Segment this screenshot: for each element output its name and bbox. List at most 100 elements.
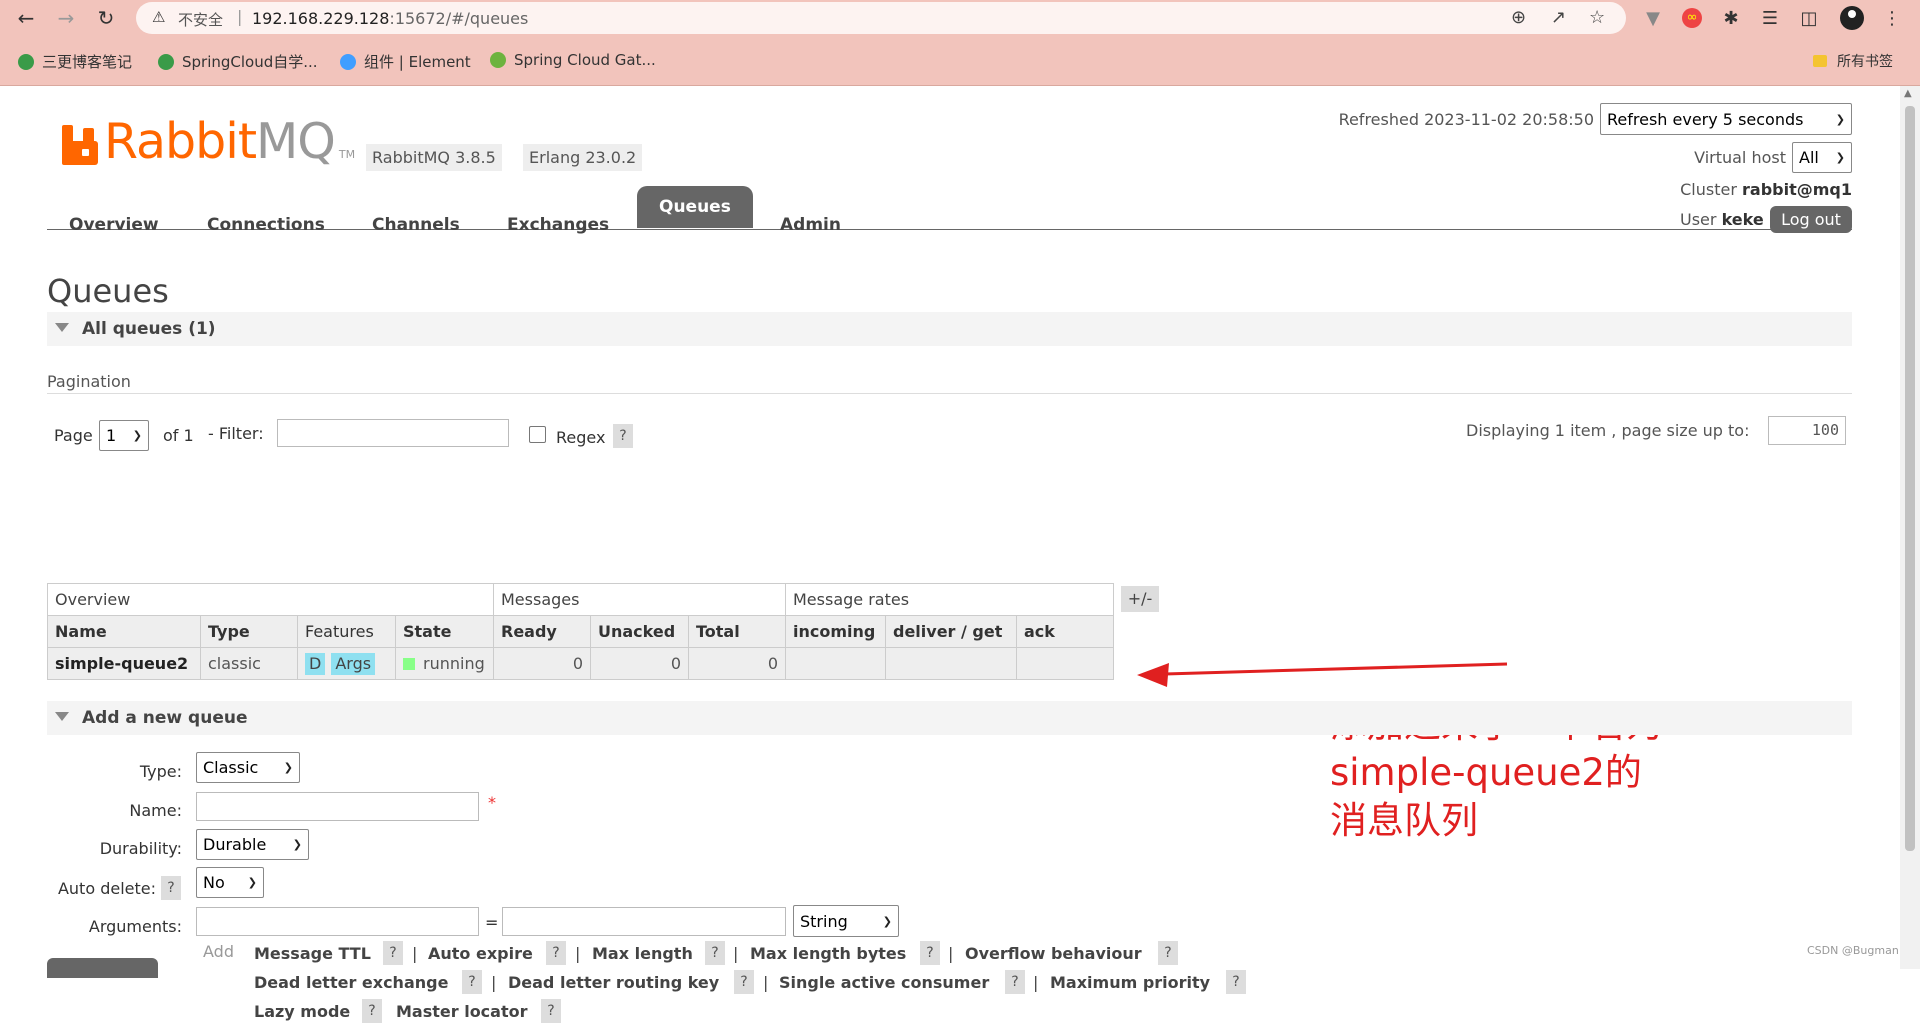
add-queue-button[interactable] bbox=[47, 958, 158, 978]
col-state[interactable]: State bbox=[395, 615, 494, 648]
arg-link-maximum-priority[interactable]: Maximum priority bbox=[1050, 973, 1210, 992]
queue-type-select[interactable]: Classic ❯ bbox=[196, 752, 300, 783]
col-incoming[interactable]: incoming bbox=[785, 615, 886, 648]
col-ack[interactable]: ack bbox=[1016, 615, 1114, 648]
queue-name-link[interactable]: simple-queue2 bbox=[47, 647, 201, 680]
help-button[interactable]: ? bbox=[541, 999, 561, 1023]
auto-delete-select[interactable]: No ❯ bbox=[196, 867, 264, 898]
queue-name-input[interactable] bbox=[196, 792, 479, 821]
page-select[interactable]: 1 ❯ bbox=[99, 420, 149, 451]
bookmark-favicon-icon bbox=[18, 53, 34, 70]
tab-exchanges[interactable]: Exchanges bbox=[485, 199, 631, 241]
side-panel-icon[interactable]: ◫ bbox=[1796, 5, 1822, 31]
refresh-interval-select[interactable]: Refresh every 5 seconds ❯ bbox=[1600, 103, 1852, 135]
help-button[interactable]: ? bbox=[546, 941, 566, 965]
help-button[interactable]: ? bbox=[1158, 941, 1178, 965]
page-title: Queues bbox=[47, 272, 169, 310]
bookmark-item-1[interactable]: SpringCloud自学... bbox=[158, 51, 318, 72]
help-button[interactable]: ? bbox=[734, 970, 754, 994]
regex-help-button[interactable]: ? bbox=[613, 424, 633, 448]
arg-link-single-active-consumer[interactable]: Single active consumer bbox=[779, 973, 989, 992]
star-icon[interactable]: ☆ bbox=[1589, 7, 1605, 28]
bookmark-item-3[interactable]: Spring Cloud Gat... bbox=[490, 51, 656, 69]
share-icon[interactable]: ↗ bbox=[1551, 7, 1566, 28]
media-list-icon[interactable]: ☰ bbox=[1757, 5, 1783, 31]
arg-link-overflow-behaviour[interactable]: Overflow behaviour bbox=[965, 944, 1142, 963]
profile-avatar[interactable] bbox=[1840, 6, 1864, 30]
address-bar[interactable]: ⚠ 不安全 | 192.168.229.128:15672/#/queues ⊕… bbox=[136, 2, 1626, 34]
vue-devtools-icon[interactable]: ▼ bbox=[1640, 5, 1666, 31]
vhost-select[interactable]: All ❯ bbox=[1792, 141, 1852, 173]
rabbitmq-version-badge: RabbitMQ 3.8.5 bbox=[366, 144, 502, 171]
tab-queues[interactable]: Queues bbox=[637, 186, 753, 228]
arg-link-message-ttl[interactable]: Message TTL bbox=[254, 944, 371, 963]
watermark: CSDN @Bugman bbox=[1807, 944, 1899, 957]
scrollbar-thumb[interactable] bbox=[1905, 106, 1915, 851]
group-message-rates: Message rates bbox=[785, 583, 1114, 616]
arg-link-max-length[interactable]: Max length bbox=[592, 944, 693, 963]
tab-overview[interactable]: Overview bbox=[47, 199, 181, 241]
chevron-down-icon: ❯ bbox=[882, 914, 892, 928]
help-button[interactable]: ? bbox=[383, 941, 403, 965]
tab-admin[interactable]: Admin bbox=[758, 199, 863, 241]
kebab-menu-icon[interactable]: ⋮ bbox=[1879, 5, 1905, 31]
arg-link-master-locator[interactable]: Master locator bbox=[396, 1002, 528, 1021]
reload-icon[interactable]: ↻ bbox=[92, 4, 120, 32]
col-type[interactable]: Type bbox=[200, 615, 298, 648]
col-name[interactable]: Name bbox=[47, 615, 201, 648]
filter-input[interactable] bbox=[277, 419, 509, 447]
bookmark-label: 三更博客笔记 bbox=[42, 53, 133, 71]
tab-connections[interactable]: Connections bbox=[185, 199, 347, 241]
help-button[interactable]: ? bbox=[1005, 970, 1025, 994]
scroll-up-arrow-icon[interactable]: ▲ bbox=[1904, 88, 1912, 99]
type-label: Type: bbox=[139, 762, 182, 781]
help-button[interactable]: ? bbox=[705, 941, 725, 965]
queue-state: running bbox=[395, 647, 494, 680]
all-queues-label: All queues (1) bbox=[82, 319, 216, 339]
argument-value-input[interactable] bbox=[502, 907, 786, 936]
help-button[interactable]: ? bbox=[462, 970, 482, 994]
queue-ack bbox=[1016, 647, 1114, 680]
bookmark-item-0[interactable]: 三更博客笔记 bbox=[18, 51, 132, 72]
page-scrollbar[interactable]: ▲ bbox=[1900, 86, 1920, 969]
extension-infinity-icon[interactable]: ∞ bbox=[1679, 5, 1705, 31]
arg-link-dead-letter-exchange[interactable]: Dead letter exchange bbox=[254, 973, 448, 992]
zoom-icon[interactable]: ⊕ bbox=[1511, 7, 1526, 28]
arg-link-auto-expire[interactable]: Auto expire bbox=[428, 944, 533, 963]
durability-select[interactable]: Durable ❯ bbox=[196, 829, 309, 860]
warning-icon: ⚠ bbox=[152, 8, 166, 26]
col-total[interactable]: Total bbox=[688, 615, 786, 648]
queue-type-value: Classic bbox=[203, 758, 259, 777]
bookmark-item-2[interactable]: 组件 | Element bbox=[340, 51, 471, 72]
back-arrow-icon[interactable]: ← bbox=[12, 4, 40, 32]
help-button[interactable]: ? bbox=[920, 941, 940, 965]
bookmark-label: SpringCloud自学... bbox=[182, 53, 318, 71]
displaying-label: Displaying 1 item , page size up to: bbox=[1466, 421, 1750, 440]
regex-checkbox[interactable] bbox=[529, 426, 546, 443]
help-button[interactable]: ? bbox=[362, 999, 382, 1023]
help-button[interactable]: ? bbox=[1226, 970, 1246, 994]
arg-link-dead-letter-routing-key[interactable]: Dead letter routing key bbox=[508, 973, 719, 992]
folder-icon bbox=[1813, 55, 1827, 67]
col-unacked[interactable]: Unacked bbox=[590, 615, 689, 648]
arg-link-lazy-mode[interactable]: Lazy mode bbox=[254, 1002, 350, 1021]
collapse-triangle-icon bbox=[55, 323, 69, 332]
columns-toggle-button[interactable]: +/- bbox=[1121, 586, 1159, 612]
tab-channels[interactable]: Channels bbox=[350, 199, 482, 241]
all-queues-section-header[interactable]: All queues (1) bbox=[47, 312, 1852, 346]
forward-arrow-icon[interactable]: → bbox=[52, 4, 80, 32]
argument-type-select[interactable]: String ❯ bbox=[793, 905, 899, 937]
url-text[interactable]: 192.168.229.128:15672/#/queues bbox=[252, 9, 528, 28]
puzzle-extension-icon[interactable]: ✱ bbox=[1718, 5, 1744, 31]
add-queue-section-header[interactable]: Add a new queue bbox=[47, 701, 1852, 735]
auto-delete-help-button[interactable]: ? bbox=[161, 876, 181, 900]
argument-key-input[interactable] bbox=[196, 907, 479, 936]
queue-unacked: 0 bbox=[590, 647, 689, 680]
page-size-input[interactable]: 100 bbox=[1768, 416, 1846, 445]
col-ready[interactable]: Ready bbox=[493, 615, 591, 648]
vhost-value: All bbox=[1799, 147, 1819, 167]
arg-link-max-length-bytes[interactable]: Max length bytes bbox=[750, 944, 906, 963]
all-bookmarks[interactable]: 所有书签 bbox=[1813, 51, 1893, 71]
rabbitmq-logo[interactable]: RabbitMQ TM bbox=[62, 117, 355, 166]
col-deliver-get[interactable]: deliver / get bbox=[885, 615, 1017, 648]
